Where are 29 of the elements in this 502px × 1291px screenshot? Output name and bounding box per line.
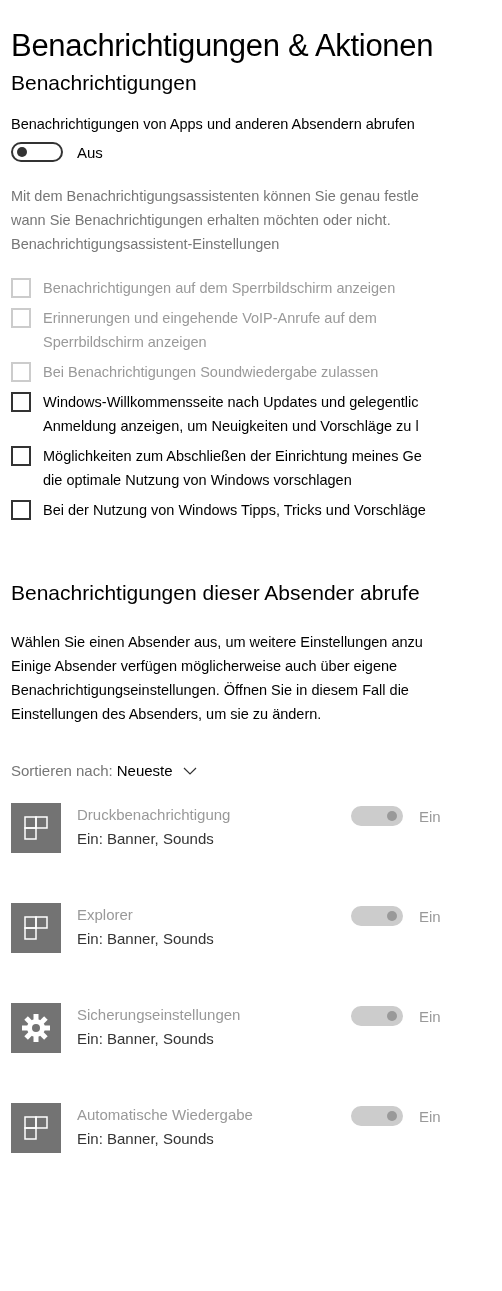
description-text: Mit dem Benachrichtigungsassistenten können Sie genau festle wann Sie Benachrichtigungen erhalten möchten oder nicht. [11, 187, 420, 230]
settings-link[interactable]: Benachrichtigungsassistent-Einstellungen [11, 232, 502, 256]
checkbox[interactable] [11, 446, 31, 466]
toggle-label: Benachrichtigungen von Apps und anderen Absendern abrufen [11, 115, 416, 134]
sender-detail: Ein: Banner, Sounds [77, 1029, 215, 1049]
checkbox[interactable] [11, 500, 31, 520]
toggle-switch[interactable] [11, 142, 63, 162]
checkbox-label: Bei der Nutzung von Windows Tipps, Tricks und Vorschläge [43, 501, 426, 520]
page-title: Benachrichtigungen & Aktionen [11, 27, 435, 65]
checkbox-label: Bei Benachrichtigungen Soundwiedergabe zulassen [43, 363, 379, 382]
toggle-state-text: Ein [419, 1007, 441, 1025]
checkbox-label: Erinnerungen und eingehende VoIP-Anrufe auf dem Sperrbildschirm anzeigen [43, 309, 377, 352]
checkbox-label: Möglichkeiten zum Abschließen der Einrichtung meines Ge die optimale Nutzung von Windows vorschlagen [43, 447, 422, 490]
section-title: Benachrichtigungen [11, 70, 198, 96]
section-title: Benachrichtigungen dieser Absender abrufe [11, 580, 421, 606]
sender-detail: Ein: Banner, Sounds [77, 1129, 215, 1149]
description-text: Wählen Sie einen Absender aus, um weitere Einstellungen anzu Einige Absender verfügen möglicherweise auch über eigene Benachrichtigungseinstellungen. Öffnen Sie in diesem Fall die Einstellungen des Absenders, um sie zu ändern. [11, 633, 424, 724]
sender-detail: Ein: Banner, Sounds [77, 929, 215, 949]
caret-icon [182, 766, 197, 775]
checkbox[interactable] [11, 392, 31, 412]
toggle-state-text: Ein [419, 1107, 441, 1125]
checkbox-label: Windows-Willkommensseite nach Updates und gelegentlic Anmeldung anzeigen, um Neuigkeiten und Vorschläge zu l [43, 393, 419, 436]
toggle-state-text: Aus [77, 143, 103, 161]
toggle-state-text: Ein [419, 807, 441, 825]
sender-detail: Ein: Banner, Sounds [77, 829, 215, 849]
checkbox-label: Benachrichtigungen auf dem Sperrbildschirm anzeigen [43, 279, 396, 298]
toggle-state-text: Ein [419, 907, 441, 925]
sort-dropdown[interactable]: Neueste [116, 762, 197, 779]
sort-label: Sortieren nach: [11, 762, 113, 779]
